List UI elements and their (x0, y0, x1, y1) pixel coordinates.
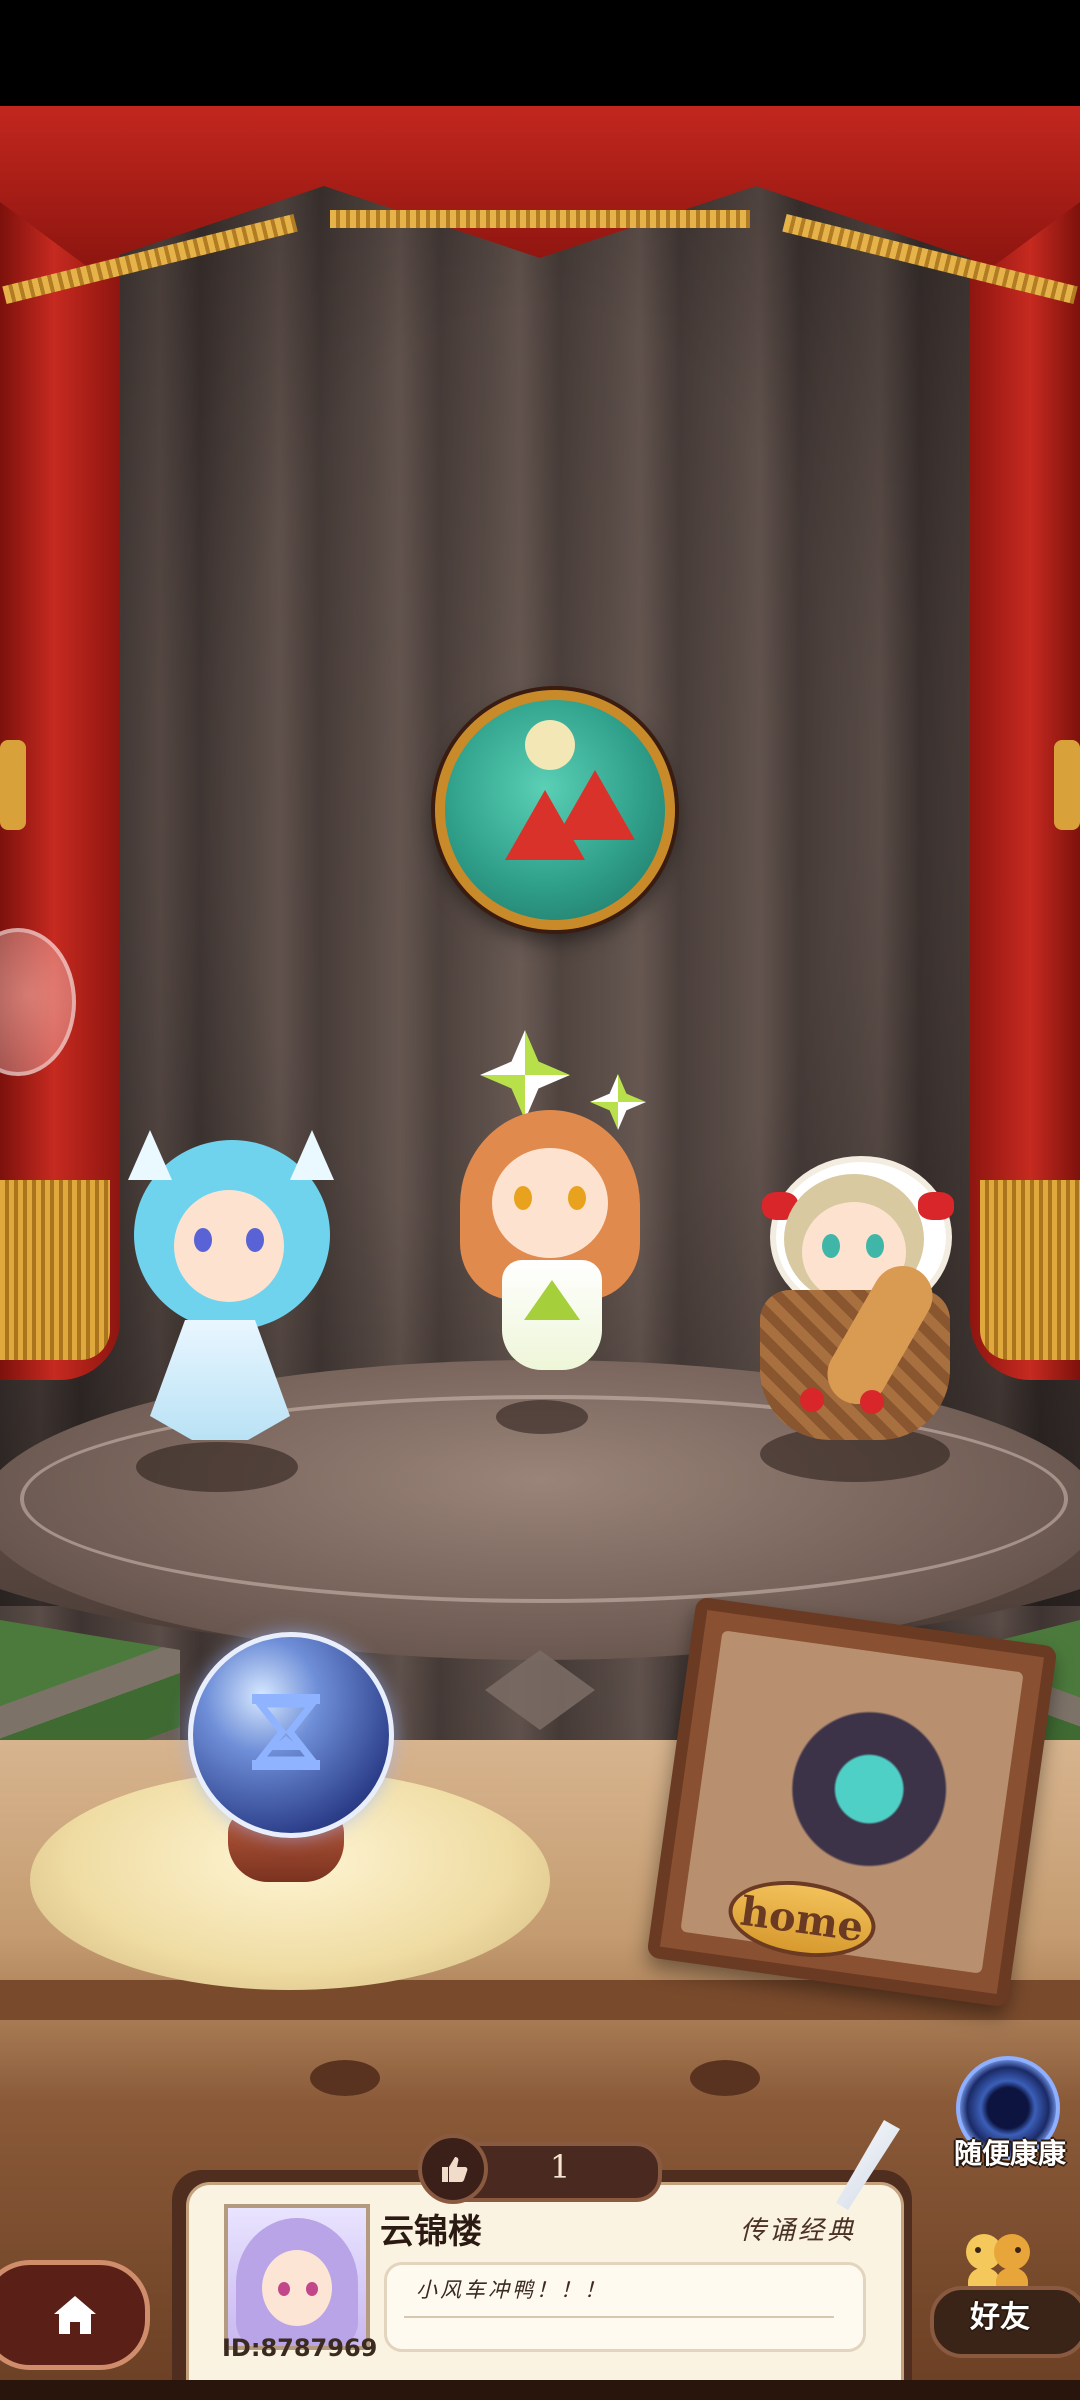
tieback-right (1054, 740, 1080, 830)
eye-left (514, 1186, 532, 1210)
drawer-knob-right (690, 2060, 760, 2096)
character-bread-basket-girl[interactable] (740, 1150, 970, 1450)
ear-left (128, 1130, 172, 1180)
home-icon (54, 2296, 96, 2334)
player-name: 云锦楼 (380, 2212, 482, 2252)
curtain-fringe-left (0, 1180, 110, 1360)
ear-right (290, 1130, 334, 1180)
face (492, 1148, 608, 1258)
small-pinwheel-icon (590, 1074, 646, 1130)
pinwheel-icon (480, 1030, 570, 1120)
tieback-left (0, 740, 26, 830)
player-id: ID:8787969 (222, 2334, 378, 2362)
face (174, 1190, 284, 1302)
message-text: 小风车冲鸭！！！ (416, 2278, 608, 2302)
player-title: 传诵经典 (740, 2216, 857, 2246)
watermelon-island-emblem-icon[interactable] (435, 690, 675, 930)
friends-label[interactable]: 好友 (930, 2292, 1070, 2336)
avatar[interactable] (224, 2204, 370, 2350)
eye-left (194, 1228, 212, 1252)
strawberry-2 (860, 1390, 884, 1414)
ice-skirt (150, 1320, 290, 1440)
character-pinwheel-girl[interactable] (440, 1030, 660, 1410)
strawberry-1 (800, 1388, 824, 1412)
thumbs-up-glyph (442, 2157, 468, 2182)
melon-slice-2 (555, 770, 635, 840)
hourglass-icon (252, 1694, 320, 1770)
bottom-strip (0, 2380, 1080, 2400)
random-visit-label[interactable]: 随便康康 (940, 2132, 1080, 2172)
avatar-eye-right (306, 2282, 318, 2296)
bow-right (918, 1192, 954, 1220)
eye-left (822, 1234, 840, 1258)
message-underline (404, 2316, 834, 2318)
sun-icon (525, 720, 575, 770)
like-count: 1 (549, 2148, 571, 2186)
thumbs-up-icon[interactable] (418, 2134, 488, 2204)
curtain-fringe-right (980, 1180, 1080, 1360)
drawer-knob-left (310, 2060, 380, 2096)
home-button[interactable] (0, 2260, 150, 2370)
avatar-eye-left (278, 2282, 290, 2296)
game-screen: home 随便康康 1 ID:8787969 云锦楼 传诵经典 小风车冲鸭！！！ (0, 0, 1080, 2400)
eye-right (246, 1228, 264, 1252)
valance-fringe-center (330, 210, 750, 228)
eye-right (866, 1234, 884, 1258)
character-ice-cat-girl[interactable] (120, 1130, 340, 1450)
avatar-face (262, 2250, 332, 2326)
status-bar (0, 0, 1080, 106)
eye-right (568, 1186, 586, 1210)
